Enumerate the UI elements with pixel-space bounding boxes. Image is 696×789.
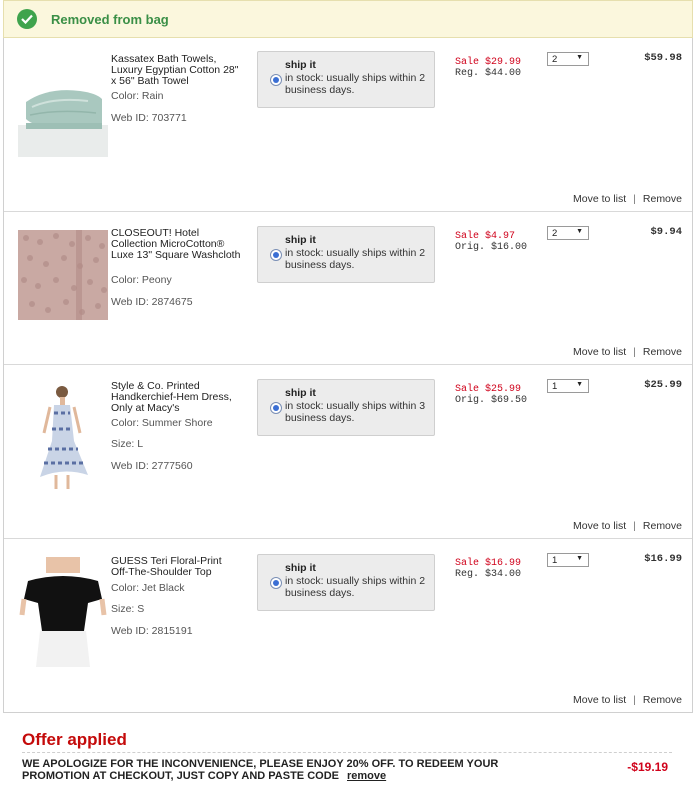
product-color: Color: Jet Black xyxy=(111,582,185,594)
ship-it-title: ship it xyxy=(285,234,316,246)
ship-it-title: ship it xyxy=(285,59,316,71)
item-actions: Move to list | Remove xyxy=(573,520,682,532)
item-divider xyxy=(4,211,692,212)
ship-it-option[interactable]: ship it in stock: usually ships within 3… xyxy=(257,379,435,436)
remove-link[interactable]: Remove xyxy=(643,346,682,358)
chevron-down-icon: ▼ xyxy=(576,228,583,235)
item-actions: Move to list | Remove xyxy=(573,193,682,205)
action-separator: | xyxy=(633,193,636,205)
product-name[interactable]: Kassatex Bath Towels, Luxury Egyptian Co… xyxy=(111,54,241,87)
remove-promo-link[interactable]: remove xyxy=(347,770,386,782)
sale-price: Sale $16.99 xyxy=(455,558,522,569)
ship-it-description: in stock: usually ships within 2 busines… xyxy=(285,72,426,96)
offer-title: Offer applied xyxy=(22,730,127,749)
remove-link[interactable]: Remove xyxy=(643,694,682,706)
product-image[interactable] xyxy=(18,47,108,157)
sale-price: Sale $29.99 xyxy=(455,57,522,68)
ship-it-description: in stock: usually ships within 2 busines… xyxy=(285,575,426,599)
product-color: Color: Summer Shore xyxy=(111,417,213,429)
ship-it-description: in stock: usually ships within 3 busines… xyxy=(285,400,426,424)
discount-amount: -$19.19 xyxy=(627,760,668,774)
regular-price: Orig. $16.00 xyxy=(455,242,528,253)
ship-it-option[interactable]: ship it in stock: usually ships within 2… xyxy=(257,51,435,108)
action-separator: | xyxy=(633,694,636,706)
product-color: Color: Peony xyxy=(111,274,172,286)
quantity-value: 2 xyxy=(552,228,558,239)
item-total: $9.94 xyxy=(650,226,682,238)
product-web-id: Web ID: 703771 xyxy=(111,112,187,124)
chevron-down-icon: ▼ xyxy=(576,381,583,388)
quantity-select[interactable]: 1 ▼ xyxy=(547,553,589,567)
move-to-list-link[interactable]: Move to list xyxy=(573,193,626,205)
quantity-select[interactable]: 1 ▼ xyxy=(547,379,589,393)
remove-link[interactable]: Remove xyxy=(643,193,682,205)
product-image[interactable] xyxy=(18,557,108,667)
quantity-select[interactable]: 2 ▼ xyxy=(547,52,589,66)
ship-it-title: ship it xyxy=(285,562,316,574)
move-to-list-link[interactable]: Move to list xyxy=(573,520,626,532)
item-divider xyxy=(4,538,692,539)
promo-message: WE APOLOGIZE FOR THE INCONVENIENCE, PLEA… xyxy=(22,758,542,782)
item-total: $59.98 xyxy=(644,52,682,64)
item-total: $25.99 xyxy=(644,379,682,391)
check-circle-icon xyxy=(17,9,37,29)
product-color: Color: Rain xyxy=(111,90,164,102)
product-size: Size: L xyxy=(111,438,144,450)
action-separator: | xyxy=(633,346,636,358)
product-size: Size: S xyxy=(111,603,145,615)
regular-price: Reg. $44.00 xyxy=(455,68,522,79)
ship-it-option[interactable]: ship it in stock: usually ships within 2… xyxy=(257,554,435,611)
product-image[interactable] xyxy=(18,230,108,320)
ship-it-radio[interactable] xyxy=(270,74,282,86)
product-web-id: Web ID: 2874675 xyxy=(111,296,193,308)
move-to-list-link[interactable]: Move to list xyxy=(573,346,626,358)
ship-it-title: ship it xyxy=(285,387,316,399)
ship-it-radio[interactable] xyxy=(270,402,282,414)
quantity-select[interactable]: 2 ▼ xyxy=(547,226,589,240)
product-name[interactable]: Style & Co. Printed Handkerchief-Hem Dre… xyxy=(111,381,241,414)
product-image[interactable] xyxy=(18,383,108,493)
sale-price: Sale $4.97 xyxy=(455,231,516,242)
item-divider xyxy=(4,364,692,365)
product-name[interactable]: GUESS Teri Floral-Print Off-The-Shoulder… xyxy=(111,556,241,578)
action-separator: | xyxy=(633,520,636,532)
removed-banner: Removed from bag xyxy=(3,0,693,38)
promo-text: WE APOLOGIZE FOR THE INCONVENIENCE, PLEA… xyxy=(22,758,499,782)
remove-link[interactable]: Remove xyxy=(643,520,682,532)
chevron-down-icon: ▼ xyxy=(576,555,583,562)
offer-divider xyxy=(22,752,672,753)
ship-it-radio[interactable] xyxy=(270,577,282,589)
ship-it-description: in stock: usually ships within 2 busines… xyxy=(285,247,426,271)
regular-price: Orig. $69.50 xyxy=(455,395,528,406)
regular-price: Reg. $34.00 xyxy=(455,569,522,580)
sale-price: Sale $25.99 xyxy=(455,384,522,395)
quantity-value: 1 xyxy=(552,555,558,566)
item-total: $16.99 xyxy=(644,553,682,565)
ship-it-radio[interactable] xyxy=(270,249,282,261)
chevron-down-icon: ▼ xyxy=(576,54,583,61)
product-name[interactable]: CLOSEOUT! Hotel Collection MicroCotton® … xyxy=(111,228,241,261)
quantity-value: 1 xyxy=(552,381,558,392)
product-web-id: Web ID: 2815191 xyxy=(111,625,193,637)
product-web-id: Web ID: 2777560 xyxy=(111,460,193,472)
move-to-list-link[interactable]: Move to list xyxy=(573,694,626,706)
item-actions: Move to list | Remove xyxy=(573,346,682,358)
item-actions: Move to list | Remove xyxy=(573,694,682,706)
ship-it-option[interactable]: ship it in stock: usually ships within 2… xyxy=(257,226,435,283)
banner-message: Removed from bag xyxy=(51,11,169,27)
quantity-value: 2 xyxy=(552,54,558,65)
